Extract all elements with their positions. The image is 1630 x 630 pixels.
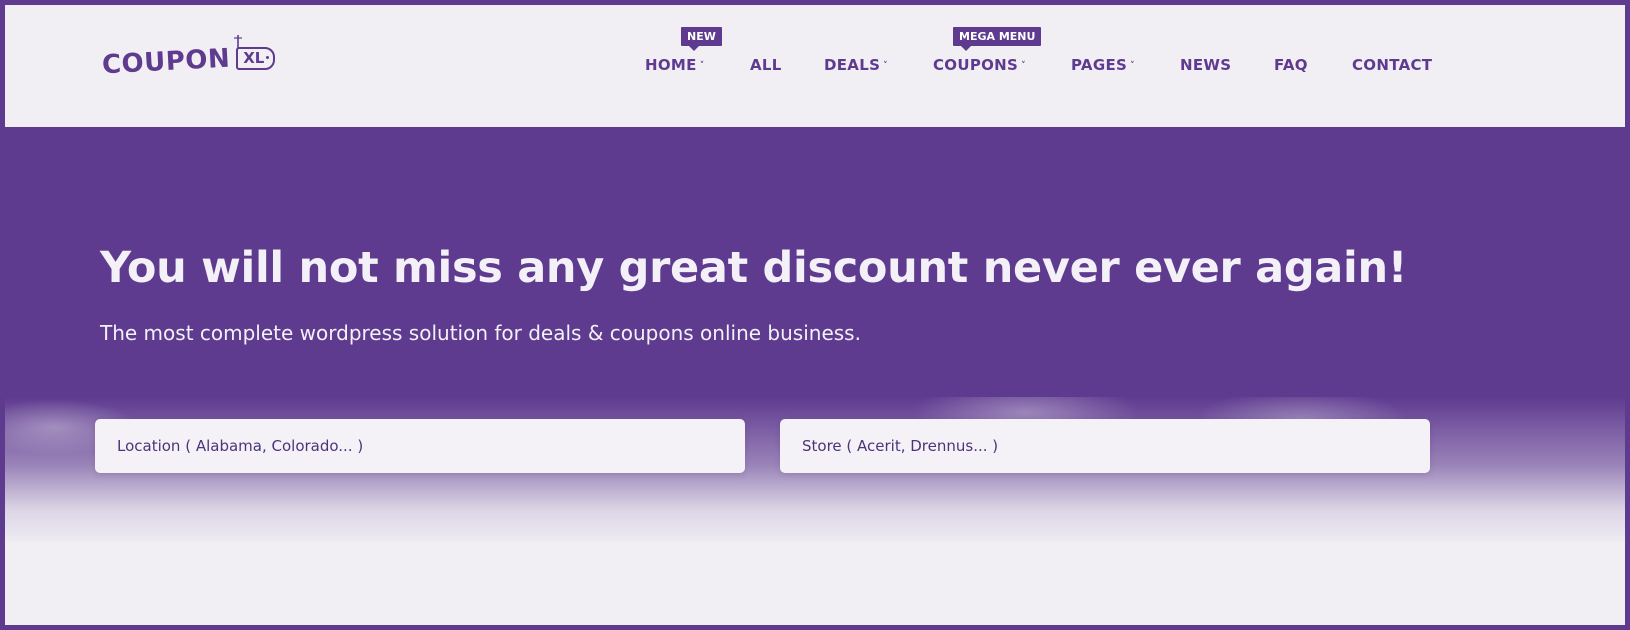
new-badge: NEW (681, 27, 722, 51)
nav-item-label: HOME (645, 56, 697, 74)
nav-item-label: ALL (750, 56, 782, 74)
main-navigation: HOME ˅ ALL DEALS ˅ COUPONS ˅ PAGES ˅ NEW… (5, 53, 1625, 77)
nav-item-contact[interactable]: CONTACT (1352, 53, 1432, 77)
hero-bottom-band (5, 542, 1625, 625)
chevron-down-icon: ˅ (1021, 61, 1026, 71)
nav-item-coupons[interactable]: COUPONS ˅ (933, 53, 1026, 77)
nav-item-label: FAQ (1274, 56, 1308, 74)
nav-item-label: NEWS (1180, 56, 1232, 74)
chevron-down-icon: ˅ (699, 61, 705, 71)
nav-item-faq[interactable]: FAQ (1274, 53, 1308, 77)
nav-item-all[interactable]: ALL (750, 53, 782, 77)
chevron-down-icon: ˅ (1130, 61, 1135, 71)
mega-menu-badge: MEGA MENU (953, 27, 1042, 51)
location-search-input[interactable] (95, 419, 745, 473)
nav-item-label: CONTACT (1352, 56, 1433, 74)
spark-icon (234, 35, 242, 49)
nav-item-label: COUPONS (933, 56, 1019, 74)
page-frame: COUPON XL HOME ˅ ALL DEALS ˅ COUPONS ˅ P… (0, 0, 1630, 630)
nav-item-home[interactable]: HOME ˅ (645, 53, 705, 77)
nav-item-label: PAGES (1071, 56, 1128, 74)
hero-title: You will not miss any great discount nev… (100, 243, 1408, 293)
site-header: COUPON XL HOME ˅ ALL DEALS ˅ COUPONS ˅ P… (5, 5, 1625, 127)
hero-section: You will not miss any great discount nev… (5, 127, 1625, 625)
store-search-input[interactable] (780, 419, 1430, 473)
hero-subtitle: The most complete wordpress solution for… (100, 321, 861, 345)
nav-item-pages[interactable]: PAGES ˅ (1071, 53, 1135, 77)
chevron-down-icon: ˅ (883, 61, 888, 71)
nav-item-news[interactable]: NEWS (1180, 53, 1231, 77)
nav-item-label: DEALS (824, 56, 881, 74)
nav-item-deals[interactable]: DEALS ˅ (824, 53, 888, 77)
